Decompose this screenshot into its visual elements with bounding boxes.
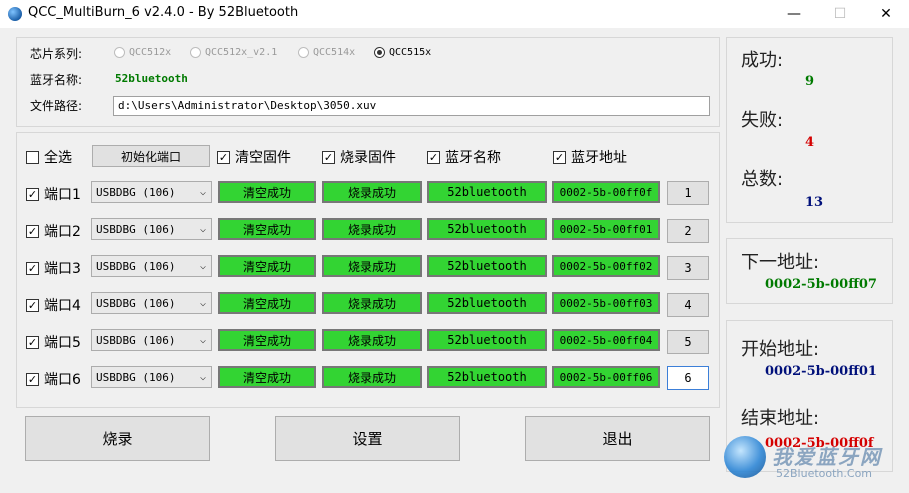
maximize-button[interactable]: ☐	[817, 0, 863, 28]
port-1-name-status: 52bluetooth	[427, 181, 547, 203]
select-all-checkbox[interactable]: 全选	[26, 147, 72, 167]
settings-button[interactable]: 设置	[275, 416, 460, 461]
port-1-device-select[interactable]: USBDBG (106) ⌵	[91, 181, 212, 203]
port-2-clear-status: 清空成功	[218, 218, 316, 240]
window-title: QCC_MultiBurn_6 v2.4.0 - By 52Bluetooth	[28, 5, 299, 20]
file-path-label: 文件路径:	[30, 99, 83, 113]
next-address-value: 0002-5b-00ff07	[765, 277, 877, 292]
port-4-burn-status: 烧录成功	[322, 292, 422, 314]
total-count: 13	[805, 195, 824, 210]
port-6-address-status: 0002-5b-00ff06	[552, 366, 660, 388]
bt-address-checkbox[interactable]: ✓ 蓝牙地址	[553, 147, 627, 167]
port-5-clear-status: 清空成功	[218, 329, 316, 351]
port-5-number-button[interactable]: 5	[667, 330, 709, 354]
fail-label: 失败:	[741, 110, 784, 131]
total-label: 总数:	[741, 169, 784, 190]
port-2-address-status: 0002-5b-00ff01	[552, 218, 660, 240]
port-3-address-status: 0002-5b-00ff02	[552, 255, 660, 277]
chevron-down-icon: ⌵	[199, 186, 207, 198]
title-bar: QCC_MultiBurn_6 v2.4.0 - By 52Bluetooth …	[0, 0, 909, 28]
port-4-number-button[interactable]: 4	[667, 293, 709, 317]
port-2-burn-status: 烧录成功	[322, 218, 422, 240]
port-5-checkbox[interactable]: ✓ 端口5	[26, 332, 81, 352]
minimize-icon: —	[787, 6, 801, 22]
port-1-number-button[interactable]: 1	[667, 181, 709, 205]
bt-name-value: 52bluetooth	[115, 72, 188, 85]
port-1-clear-status: 清空成功	[218, 181, 316, 203]
port-1-checkbox[interactable]: ✓ 端口1	[26, 184, 81, 204]
port-4-checkbox[interactable]: ✓ 端口4	[26, 295, 81, 315]
port-5-burn-status: 烧录成功	[322, 329, 422, 351]
port-4-device-select[interactable]: USBDBG (106) ⌵	[91, 292, 212, 314]
chip-option-qcc512x[interactable]: QCC512x	[114, 47, 171, 58]
exit-button[interactable]: 退出	[525, 416, 710, 461]
port-5-address-status: 0002-5b-00ff04	[552, 329, 660, 351]
bt-name-checkbox[interactable]: ✓ 蓝牙名称	[427, 147, 501, 167]
port-1-burn-status: 烧录成功	[322, 181, 422, 203]
minimize-button[interactable]: —	[771, 0, 817, 28]
fail-count: 4	[805, 135, 815, 150]
maximize-icon: ☐	[833, 6, 847, 22]
port-6-device-select[interactable]: USBDBG (106) ⌵	[91, 366, 212, 388]
port-3-clear-status: 清空成功	[218, 255, 316, 277]
end-address-label: 结束地址:	[741, 408, 820, 429]
chevron-down-icon: ⌵	[199, 223, 207, 235]
port-6-clear-status: 清空成功	[218, 366, 316, 388]
chip-label: 芯片系列:	[30, 47, 83, 61]
watermark-title: 我爱蓝牙网	[772, 445, 882, 469]
start-address-label: 开始地址:	[741, 339, 820, 360]
burn-button[interactable]: 烧录	[25, 416, 210, 461]
chevron-down-icon: ⌵	[199, 260, 207, 272]
chevron-down-icon: ⌵	[199, 297, 207, 309]
port-3-number-button[interactable]: 3	[667, 256, 709, 280]
port-3-checkbox[interactable]: ✓ 端口3	[26, 258, 81, 278]
start-address-value: 0002-5b-00ff01	[765, 364, 877, 379]
chip-option-qcc515x[interactable]: QCC515x	[374, 47, 431, 58]
port-5-name-status: 52bluetooth	[427, 329, 547, 351]
port-4-name-status: 52bluetooth	[427, 292, 547, 314]
port-2-checkbox[interactable]: ✓ 端口2	[26, 221, 81, 241]
port-2-number-button[interactable]: 2	[667, 219, 709, 243]
globe-logo-icon	[724, 436, 766, 478]
app-icon	[8, 7, 22, 21]
port-5-device-select[interactable]: USBDBG (106) ⌵	[91, 329, 212, 351]
port-6-name-status: 52bluetooth	[427, 366, 547, 388]
file-path-input[interactable]: d:\Users\Administrator\Desktop\3050.xuv	[113, 96, 710, 116]
port-4-clear-status: 清空成功	[218, 292, 316, 314]
close-button[interactable]: ✕	[863, 0, 909, 28]
port-2-name-status: 52bluetooth	[427, 218, 547, 240]
success-count: 9	[805, 74, 815, 89]
bt-name-label: 蓝牙名称:	[30, 73, 83, 87]
clear-firmware-checkbox[interactable]: ✓ 清空固件	[217, 147, 291, 167]
chevron-down-icon: ⌵	[199, 371, 207, 383]
watermark-url: 52Bluetooth.Com	[776, 467, 873, 480]
next-address-label: 下一地址:	[741, 252, 820, 273]
port-6-burn-status: 烧录成功	[322, 366, 422, 388]
chip-option-qcc514x[interactable]: QCC514x	[298, 47, 355, 58]
chip-option-qcc512x-v21[interactable]: QCC512x_v2.1	[190, 47, 277, 58]
port-3-name-status: 52bluetooth	[427, 255, 547, 277]
port-6-number-button[interactable]: 6	[667, 366, 709, 390]
port-2-device-select[interactable]: USBDBG (106) ⌵	[91, 218, 212, 240]
chevron-down-icon: ⌵	[199, 334, 207, 346]
burn-firmware-checkbox[interactable]: ✓ 烧录固件	[322, 147, 396, 167]
port-3-burn-status: 烧录成功	[322, 255, 422, 277]
init-port-button[interactable]: 初始化端口	[92, 145, 210, 167]
success-label: 成功:	[741, 50, 784, 71]
port-3-device-select[interactable]: USBDBG (106) ⌵	[91, 255, 212, 277]
close-icon: ✕	[880, 6, 892, 22]
port-6-checkbox[interactable]: ✓ 端口6	[26, 369, 81, 389]
port-4-address-status: 0002-5b-00ff03	[552, 292, 660, 314]
port-1-address-status: 0002-5b-00ff0f	[552, 181, 660, 203]
